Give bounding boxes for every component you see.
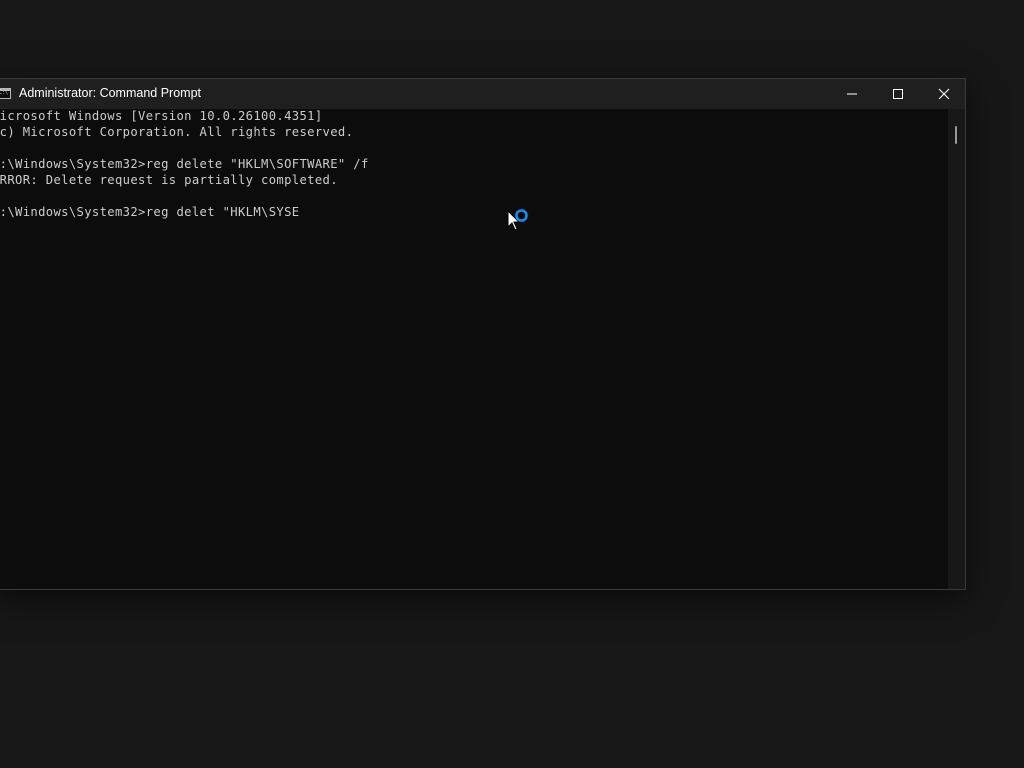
maximize-button[interactable]	[875, 79, 921, 109]
cmd-icon	[0, 88, 11, 99]
busy-pointer-icon	[507, 207, 531, 235]
minimize-button[interactable]	[829, 79, 875, 109]
console-line: (c) Microsoft Corporation. All rights re…	[0, 125, 354, 139]
desktop-background: Administrator: Command Prompt Microsoft …	[0, 0, 1024, 768]
maximize-icon	[893, 89, 903, 99]
command-prompt-window[interactable]: Administrator: Command Prompt Microsoft …	[0, 78, 966, 590]
window-title: Administrator: Command Prompt	[19, 86, 202, 100]
console-input-line[interactable]: C:\Windows\System32>reg delet "HKLM\SYSE	[0, 205, 300, 219]
close-button[interactable]	[921, 79, 967, 109]
console-line: ERROR: Delete request is partially compl…	[0, 173, 338, 187]
console-output-area[interactable]: Microsoft Windows [Version 10.0.26100.43…	[0, 109, 948, 589]
scrollbar-thumb[interactable]	[955, 126, 957, 144]
title-bar[interactable]: Administrator: Command Prompt	[0, 79, 965, 109]
vertical-scrollbar[interactable]	[948, 109, 965, 589]
minimize-icon	[847, 93, 857, 95]
console-line: Microsoft Windows [Version 10.0.26100.43…	[0, 109, 323, 123]
console-line: C:\Windows\System32>reg delete "HKLM\SOF…	[0, 157, 369, 171]
close-icon	[938, 88, 950, 100]
